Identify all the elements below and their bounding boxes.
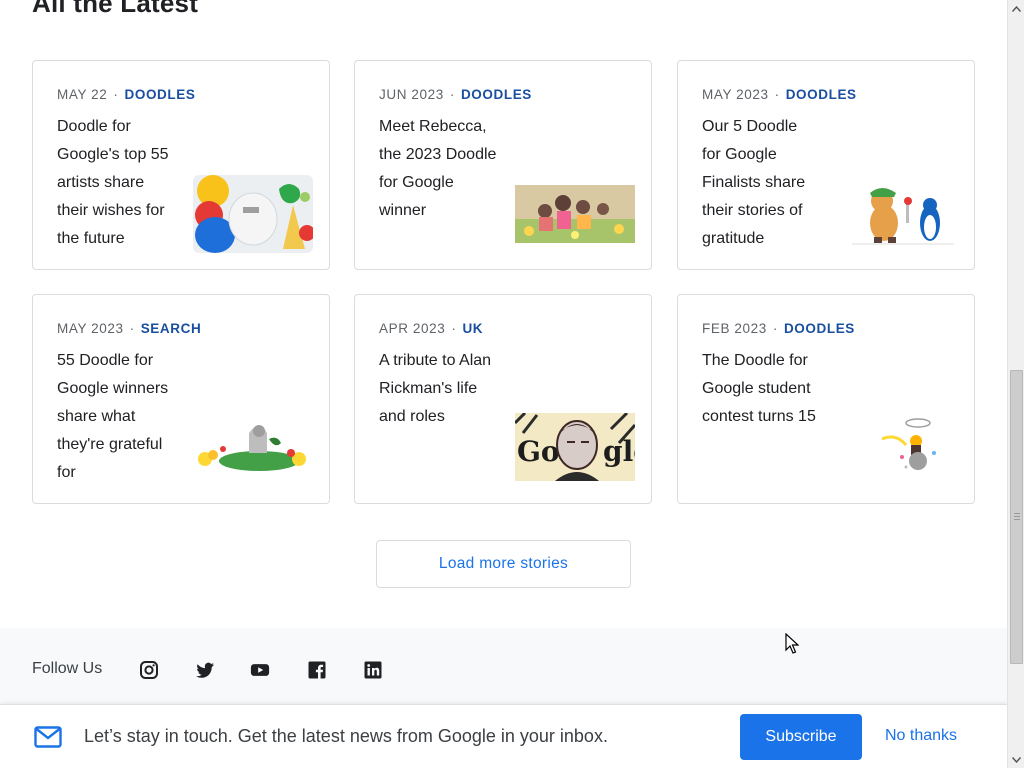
story-card[interactable]: MAY 2023 · DOODLES Our 5 Doodle for Google… [677,60,975,270]
scroll-down-arrow-icon[interactable] [1008,751,1024,768]
page: All the Latest MAY 22 · DOODLES Doodle for… [0,0,1007,768]
load-more-button[interactable]: Load more stories [376,540,631,588]
story-tag[interactable]: DOODLES [786,87,857,102]
vertical-scrollbar[interactable] [1007,0,1024,768]
story-date: APR 2023 [379,321,446,336]
story-meta: MAY 2023 · DOODLES [702,87,857,102]
story-card[interactable]: MAY 22 · DOODLES Doodle for Google's top 5… [32,60,330,270]
newsletter-banner: Let’s stay in touch. Get the latest news… [0,704,1007,768]
doodle-grateful-thumbnail [198,425,306,471]
doodle-artists-thumbnail [193,175,313,253]
story-headline[interactable]: 55 Doodle for Google winners share what … [57,347,175,487]
facebook-icon[interactable] [307,660,327,680]
instagram-icon[interactable] [139,660,159,680]
story-tag[interactable]: DOODLES [784,321,855,336]
story-tag[interactable]: SEARCH [141,321,202,336]
story-date: JUN 2023 [379,87,444,102]
svg-text:gle: gle [603,435,635,468]
story-headline[interactable]: A tribute to Alan Rickman's life and rol… [379,347,497,431]
doodle-rickman-thumbnail: Go gle [515,413,635,481]
story-card[interactable]: FEB 2023 · DOODLES The Doodle for Google s… [677,294,975,504]
story-headline[interactable]: The Doodle for Google student contest tu… [702,347,820,431]
section-title: All the Latest [32,0,199,18]
mouse-cursor-icon [785,633,799,654]
footer: Follow Us [0,628,1007,708]
youtube-icon[interactable] [250,660,270,680]
story-card[interactable]: APR 2023 · UK A tribute to Alan Rickman's … [354,294,652,504]
story-date: MAY 2023 [57,321,124,336]
story-tag[interactable]: DOODLES [461,87,532,102]
mail-icon [34,726,62,748]
story-date: MAY 2023 [702,87,769,102]
story-meta: MAY 22 · DOODLES [57,87,196,102]
doodle-finalists-thumbnail [852,188,954,245]
linkedin-icon[interactable] [363,660,383,680]
story-meta: APR 2023 · UK [379,321,484,336]
story-headline[interactable]: Meet Rebecca, the 2023 Doodle for Google… [379,113,497,225]
story-headline[interactable]: Our 5 Doodle for Google Finalists share … [702,113,820,253]
scroll-up-arrow-icon[interactable] [1008,0,1024,17]
subscribe-button[interactable]: Subscribe [740,714,862,760]
doodle-student-thumbnail [881,418,936,470]
story-date: FEB 2023 [702,321,767,336]
story-meta: JUN 2023 · DOODLES [379,87,532,102]
story-tag[interactable]: DOODLES [125,87,196,102]
doodle-winner-thumbnail [515,185,635,243]
story-date: MAY 22 [57,87,108,102]
newsletter-text: Let’s stay in touch. Get the latest news… [84,726,608,746]
follow-us-label: Follow Us [32,660,103,677]
story-meta: FEB 2023 · DOODLES [702,321,855,336]
svg-text:Go: Go [517,435,560,468]
scrollbar-thumb[interactable] [1010,370,1023,664]
story-tag[interactable]: UK [462,321,483,336]
no-thanks-link[interactable]: No thanks [885,727,957,745]
twitter-icon[interactable] [195,660,215,680]
story-meta: MAY 2023 · SEARCH [57,321,202,336]
story-card[interactable]: MAY 2023 · SEARCH 55 Doodle for Google win… [32,294,330,504]
story-headline[interactable]: Doodle for Google's top 55 artists share… [57,113,175,253]
story-card[interactable]: JUN 2023 · DOODLES Meet Rebecca, the 2023 … [354,60,652,270]
